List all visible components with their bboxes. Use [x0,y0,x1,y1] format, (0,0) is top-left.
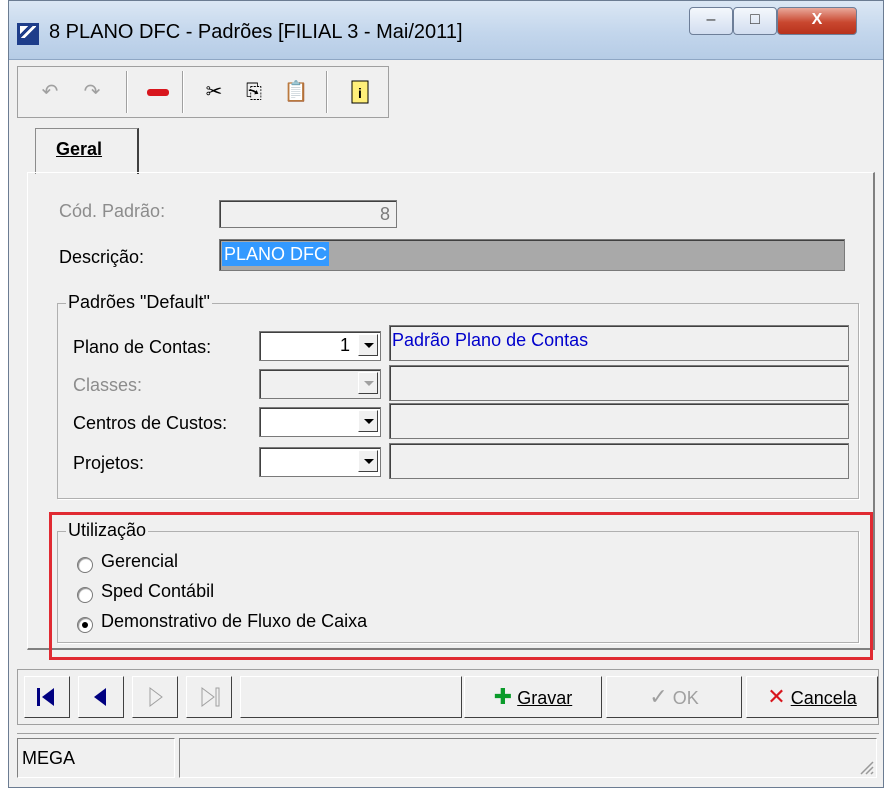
previous-record-button[interactable] [78,676,124,718]
toolbar-separator [182,71,184,113]
status-panel-empty [179,738,877,778]
projetos-label: Projetos: [73,453,145,473]
cut-icon[interactable]: ✂ [198,75,230,109]
undo-icon[interactable]: ↶ [34,75,66,109]
window-title: 8 PLANO DFC - Padrões [FILIAL 3 - Mai/20… [49,21,463,43]
chevron-down-icon[interactable] [358,372,378,394]
chevron-down-icon[interactable] [358,334,378,356]
radio-sped-contabil[interactable] [77,587,93,603]
info-icon[interactable]: i [344,75,376,109]
close-x-icon: ✕ [767,684,786,709]
window: 8 PLANO DFC - Padrões [FILIAL 3 - Mai/20… [8,0,884,788]
maximize-button[interactable]: □ [733,7,777,35]
plus-icon: ✚ [493,684,513,709]
toolbar-separator [126,71,128,113]
delete-icon[interactable] [142,75,174,109]
close-button[interactable]: X [777,7,857,35]
classes-combo[interactable] [259,369,381,399]
utilizacao-group-title: Utilização [66,520,149,541]
plano-contas-combo[interactable]: 1 [259,331,381,361]
descricao-value: PLANO DFC [222,242,330,266]
app-logo-icon[interactable] [17,23,39,45]
last-record-button[interactable] [186,676,232,718]
gravar-button[interactable]: ✚ Gravar [464,676,602,718]
plano-contas-value: 1 [339,335,350,355]
tab-geral-label: Geral [56,139,103,159]
redo-icon[interactable]: ↷ [76,75,108,109]
cod-padrao-field[interactable]: 8 [219,200,397,228]
cod-padrao-label: Cód. Padrão: [59,201,166,221]
minus-icon [147,89,169,96]
descricao-field[interactable]: PLANO DFC [219,239,845,271]
plano-contas-label: Plano de Contas: [73,337,212,357]
nav-spacer [240,676,462,718]
cancela-button[interactable]: ✕ Cancela [746,676,878,718]
ok-button[interactable]: ✓ OK [606,676,742,718]
projetos-combo[interactable] [259,447,381,477]
paste-icon[interactable]: 📋 [280,75,312,109]
checkmark-icon: ✓ [649,684,668,709]
ok-label: OK [672,688,699,708]
defaults-group-title: Padrões "Default" [66,292,212,313]
centros-custos-combo[interactable] [259,407,381,437]
radio-sped-contabil-label[interactable]: Sped Contábil [101,581,214,602]
descricao-label: Descrição: [59,247,145,267]
chevron-down-icon[interactable] [358,450,378,472]
radio-gerencial-label[interactable]: Gerencial [101,551,178,572]
toolbar: ↶ ↷ ✂ ⎘ 📋 i [17,66,389,118]
projetos-description [389,443,849,479]
radio-demonstrativo-fluxo-caixa[interactable] [77,617,93,633]
svg-text:i: i [358,85,362,101]
gravar-label: Gravar [517,688,573,708]
info-glyph: i [351,80,369,104]
next-record-button[interactable] [132,676,178,718]
minimize-button[interactable]: – [689,7,733,35]
radio-demonstrativo-fluxo-caixa-label[interactable]: Demonstrativo de Fluxo de Caixa [101,611,367,632]
classes-description [389,365,849,401]
navigation-bar: ✚ Gravar ✓ OK ✕ Cancela [17,669,879,725]
plano-contas-description: Padrão Plano de Contas [389,325,849,361]
first-record-icon [37,688,54,706]
chevron-down-icon[interactable] [358,410,378,432]
resize-grip-icon[interactable] [857,758,875,776]
title-bar[interactable]: 8 PLANO DFC - Padrões [FILIAL 3 - Mai/20… [9,1,883,60]
radio-gerencial[interactable] [77,557,93,573]
first-record-button[interactable] [24,676,70,718]
previous-record-icon [94,688,106,706]
toolbar-separator [326,71,328,113]
centros-custos-label: Centros de Custos: [73,413,228,433]
last-record-icon [201,687,220,707]
copy-icon[interactable]: ⎘ [238,75,270,109]
status-text: MEGA [17,738,175,778]
centros-custos-description [389,403,849,439]
next-record-icon [149,687,163,707]
classes-label: Classes: [73,375,143,395]
cancela-label: Cancela [790,688,857,708]
tab-geral[interactable]: Geral [35,128,139,174]
status-bar: MEGA [17,733,879,782]
